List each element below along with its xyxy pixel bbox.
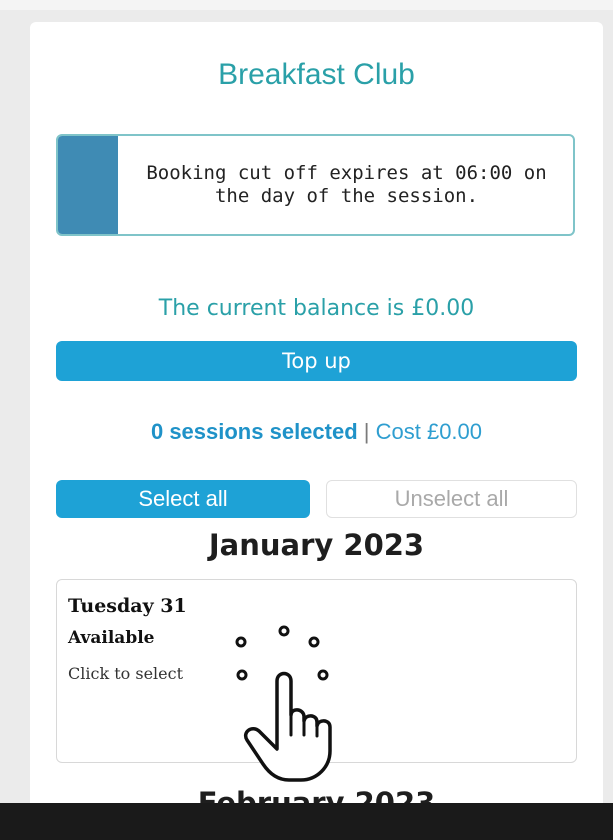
- select-all-button[interactable]: Select all: [56, 480, 310, 518]
- unselect-all-button[interactable]: Unselect all: [326, 480, 577, 518]
- top-strip: [0, 0, 613, 10]
- notice-text: Booking cut off expires at 06:00 on the …: [146, 162, 547, 207]
- notice-accent-bar: [58, 136, 118, 234]
- selection-summary: 0 sessions selected | Cost £0.00: [30, 419, 603, 445]
- session-day: Tuesday 31: [68, 595, 187, 617]
- session-hint: Click to select: [68, 664, 184, 683]
- sessions-selected-count: 0 sessions selected: [150, 419, 358, 444]
- session-status: Available: [68, 628, 155, 648]
- month-heading: January 2023: [208, 528, 425, 562]
- balance-text: The current balance is £0.00: [158, 296, 475, 321]
- top-up-button[interactable]: Top up: [56, 341, 577, 381]
- page-title: Breakfast Club: [218, 58, 415, 91]
- hand-pointer-click-icon: [235, 625, 332, 782]
- cutoff-notice: Booking cut off expires at 06:00 on the …: [56, 134, 575, 236]
- bottom-overlay-bar: [0, 803, 613, 840]
- selection-cost: Cost £0.00: [375, 419, 483, 444]
- summary-separator: |: [357, 419, 376, 444]
